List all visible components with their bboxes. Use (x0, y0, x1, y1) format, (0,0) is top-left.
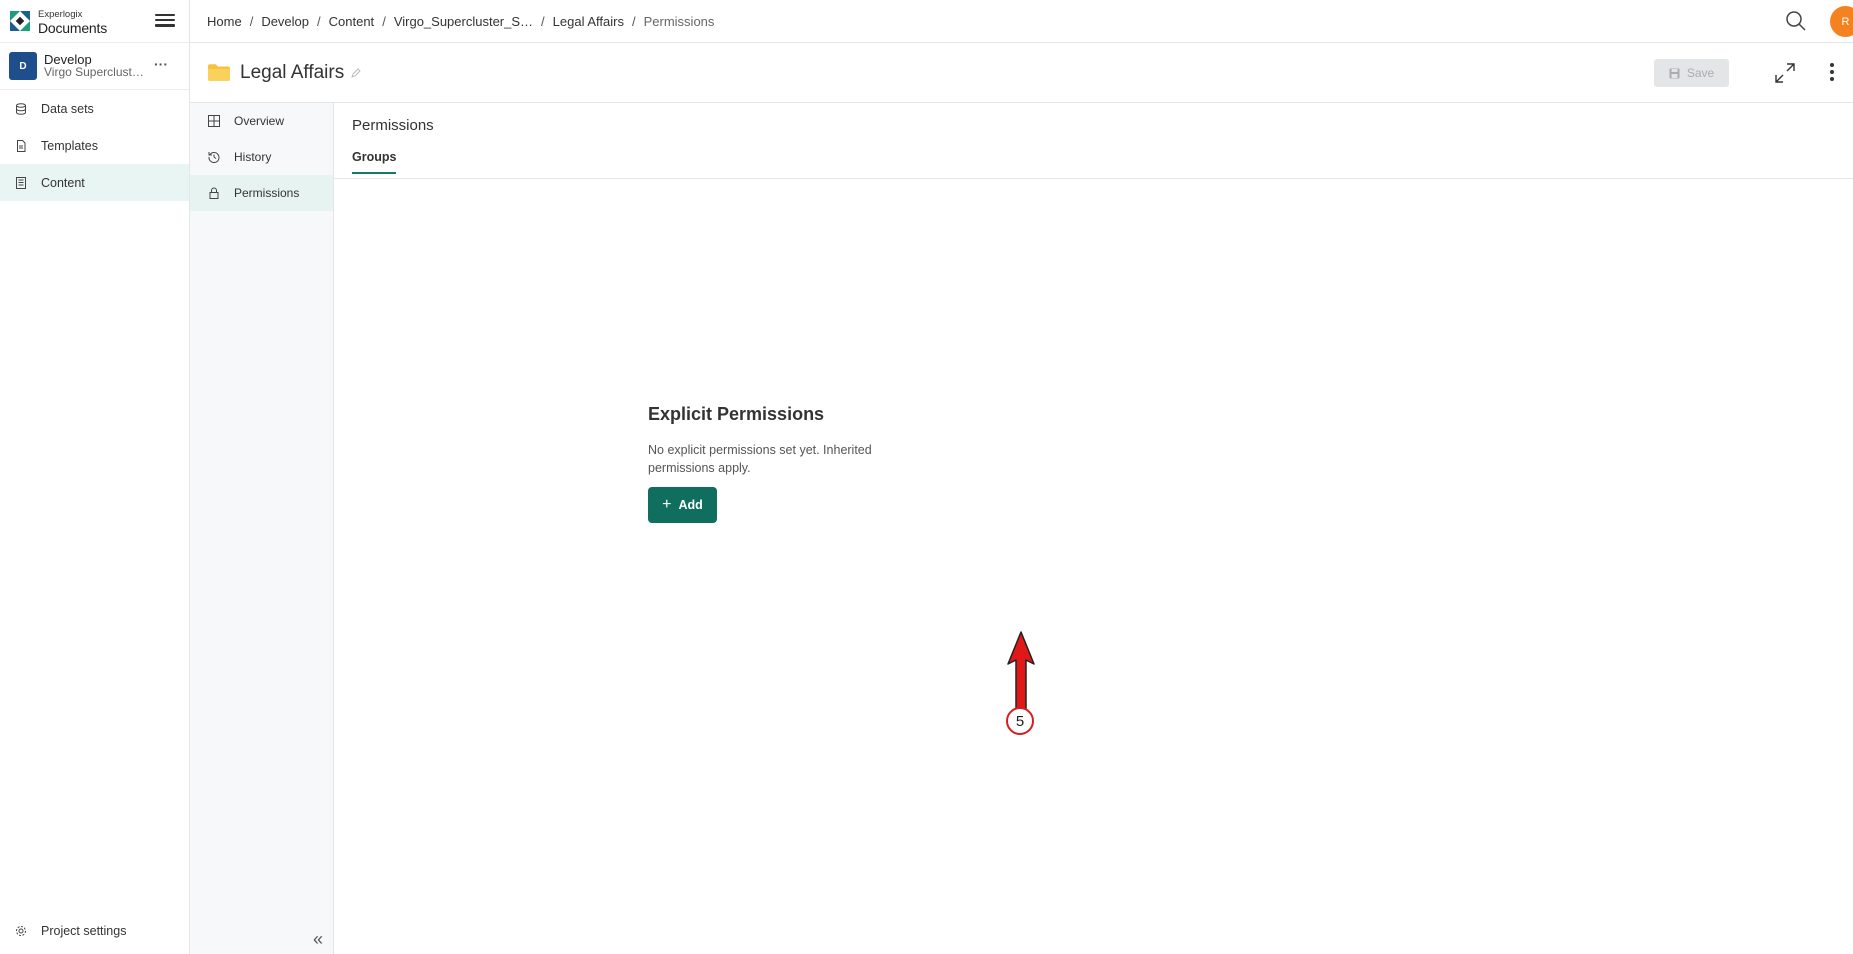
subnav-item-label: Overview (234, 114, 285, 128)
sidebar-item-label: Project settings (41, 923, 127, 938)
breadcrumb-separator: / (382, 13, 386, 29)
grid-icon (208, 115, 220, 127)
lock-icon (209, 187, 219, 199)
folder-icon (208, 64, 230, 81)
page-header: Legal Affairs Save (190, 43, 1853, 103)
gear-icon (16, 925, 26, 936)
subnav-item-label: Permissions (234, 186, 300, 200)
content-icon (16, 176, 26, 189)
expand-icon[interactable] (1774, 62, 1796, 84)
breadcrumb-separator: / (631, 13, 636, 29)
collapse-panel-icon[interactable]: « (313, 929, 323, 950)
breadcrumb: Home / Develop / Content / Virgo_Supercl… (207, 14, 714, 29)
breadcrumb-home[interactable]: Home (207, 14, 242, 29)
save-icon (1669, 68, 1680, 78)
brand-company: Experlogix (38, 8, 83, 20)
search-icon[interactable] (1785, 10, 1807, 32)
edit-pencil-icon[interactable] (351, 67, 361, 78)
sidebar-item-label: Content (41, 175, 85, 190)
project-more-icon[interactable]: ··· (154, 56, 168, 72)
hamburger-menu-icon[interactable] (155, 11, 175, 31)
subnav-item-overview[interactable]: Overview (190, 103, 333, 139)
subnav-item-label: History (234, 150, 272, 164)
tab-bar: Groups (334, 150, 1853, 179)
top-bar: Home / Develop / Content / Virgo_Supercl… (190, 0, 1853, 43)
brand-header: Experlogix Documents (0, 0, 189, 43)
section-title: Permissions (352, 117, 434, 134)
add-permission-button[interactable]: + Add (648, 487, 717, 523)
left-sidebar: Experlogix Documents D Develop Virgo Sup… (0, 0, 190, 954)
plus-icon: + (662, 496, 672, 513)
detail-subnav: Overview History Permissions « (190, 103, 334, 954)
more-options-icon[interactable] (1829, 63, 1835, 83)
sidebar-item-data-sets[interactable]: Data sets (0, 90, 189, 127)
breadcrumb-separator: / (249, 13, 254, 29)
breadcrumb-legal-affairs[interactable]: Legal Affairs (553, 14, 624, 29)
save-button-label: Save (1686, 66, 1715, 80)
breadcrumb-permissions: Permissions (643, 13, 715, 29)
project-badge: D (9, 52, 37, 80)
sidebar-item-project-settings[interactable]: Project settings (0, 912, 189, 949)
add-button-label: Add (678, 498, 703, 512)
subnav-item-permissions[interactable]: Permissions (190, 175, 333, 211)
empty-state: Explicit Permissions No explicit permiss… (648, 404, 908, 523)
document-icon (17, 139, 26, 152)
breadcrumb-separator: / (541, 13, 545, 29)
sidebar-item-templates[interactable]: Templates (0, 127, 189, 164)
main-content: Permissions Groups (334, 103, 1853, 954)
empty-state-message: No explicit permissions set yet. Inherit… (648, 443, 872, 475)
breadcrumb-virgo-supercluster[interactable]: Virgo_Supercluster_S… (394, 14, 533, 29)
tab-groups[interactable]: Groups (352, 150, 397, 174)
sidebar-item-content[interactable]: Content (0, 164, 189, 201)
subnav-item-history[interactable]: History (190, 139, 333, 175)
history-icon (208, 152, 220, 163)
brand-product: Documents (38, 19, 108, 36)
database-icon (16, 102, 26, 115)
breadcrumb-separator: / (317, 13, 321, 29)
empty-state-title: Explicit Permissions (648, 404, 825, 424)
sidebar-item-label: Templates (41, 138, 98, 153)
sidebar-item-label: Data sets (41, 101, 94, 116)
page-title: Legal Affairs (240, 61, 345, 83)
breadcrumb-content[interactable]: Content (329, 14, 375, 29)
save-button[interactable]: Save (1654, 59, 1729, 87)
breadcrumb-develop[interactable]: Develop (261, 14, 309, 29)
project-switcher[interactable]: D Develop Virgo Superclust… ··· (0, 43, 189, 90)
project-subtitle: Virgo Superclust… (44, 65, 144, 79)
annotation-step-number: 5 (1006, 707, 1034, 735)
user-avatar[interactable]: R (1830, 6, 1853, 37)
experlogix-logo-icon (10, 11, 30, 31)
